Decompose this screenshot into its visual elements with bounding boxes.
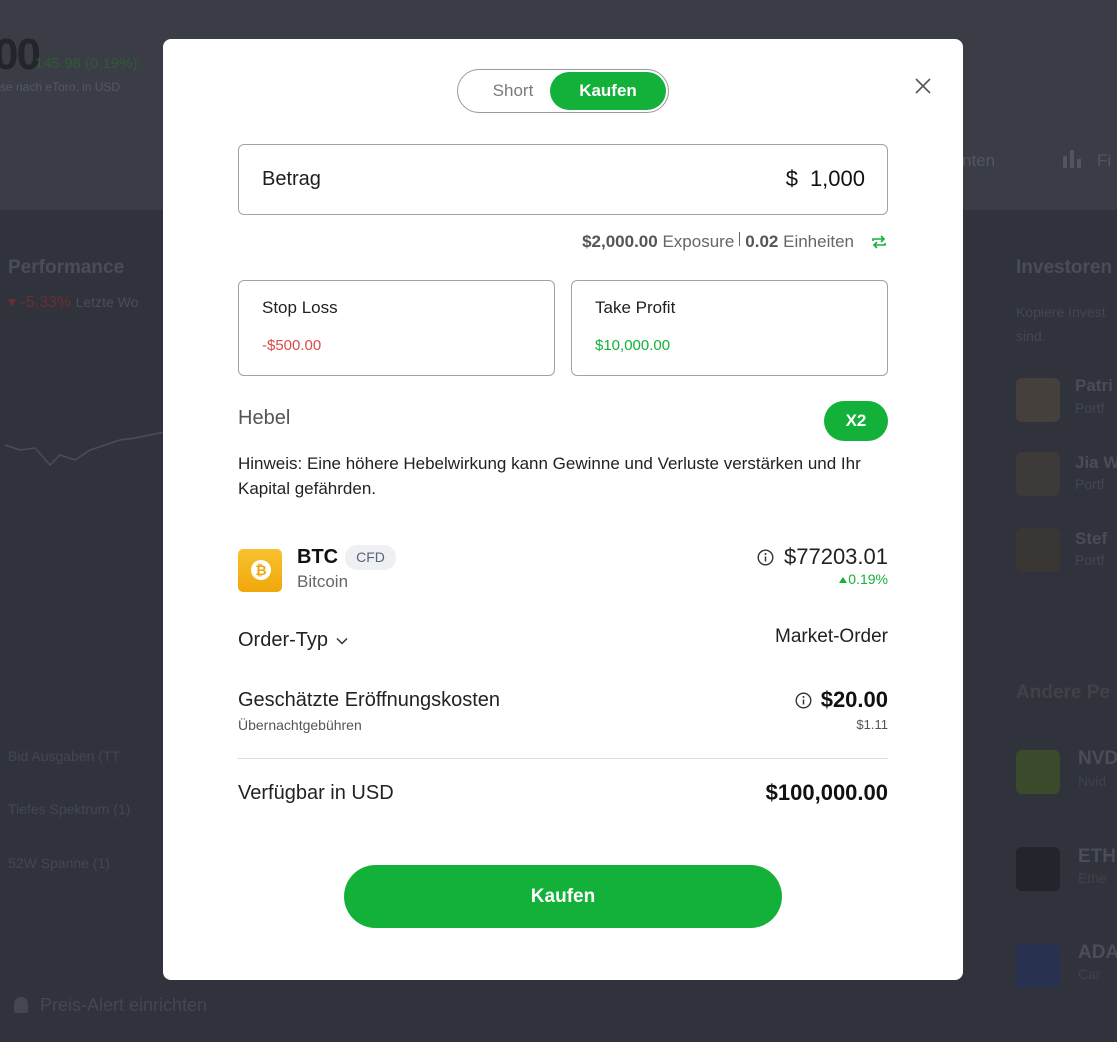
swap-units-icon[interactable] — [870, 233, 888, 251]
bg-asset-name: ETH — [1078, 846, 1116, 867]
bg-asset-name: ADA — [1078, 942, 1117, 963]
asset-symbol: BTC — [297, 546, 339, 568]
stop-loss-value: -$500.00 — [262, 337, 322, 354]
order-type-label: Order-Typ — [238, 629, 329, 651]
bg-person-sub: Portf — [1075, 552, 1105, 568]
bg-instrument-price: 00 — [0, 30, 41, 79]
avatar — [1016, 452, 1060, 496]
exposure-info: $2,000.00 Exposure 0.02 Einheiten — [582, 232, 888, 252]
buy-button[interactable]: Kaufen — [344, 865, 782, 928]
leverage-button[interactable]: X2 — [824, 401, 888, 441]
units-value: 0.02 — [745, 232, 779, 251]
bg-asset-name: NVD — [1078, 748, 1117, 769]
overnight-fees-label: Übernachtgebühren — [238, 717, 362, 733]
bg-person-sub: Portf — [1075, 476, 1105, 492]
bar-chart-icon — [1063, 150, 1083, 168]
avatar — [1016, 378, 1060, 422]
bg-price-note: se nach eToro, in USD — [0, 80, 121, 94]
opening-costs-label: Geschätzte Eröffnungskosten — [238, 689, 501, 711]
leverage-hint: Hinweis: Eine höhere Hebelwirkung kann G… — [238, 454, 861, 498]
bg-performance-title: Performance — [8, 257, 125, 278]
buy-toggle-option[interactable]: Kaufen — [550, 72, 666, 110]
available-label: Verfügbar in USD — [238, 782, 394, 804]
asset-price: $77203.01 — [757, 544, 888, 570]
bg-performance-value: ▾ -5.33% Letzte Wo — [8, 294, 139, 311]
amount-number: 1,000 — [809, 166, 865, 191]
divider — [238, 758, 888, 759]
currency-symbol: $ — [785, 166, 798, 191]
trade-dialog: Short Kaufen Betrag $1,000 $2,000.00 Exp… — [163, 39, 963, 980]
asset-logo — [1016, 847, 1060, 891]
bg-stat-row: 52W Spanne (1) — [8, 855, 110, 871]
stop-loss-field[interactable]: Stop Loss -$500.00 — [238, 280, 555, 376]
leverage-label: Hebel — [238, 407, 291, 429]
order-type-dropdown[interactable]: Order-Typ — [238, 629, 348, 652]
amount-field[interactable]: Betrag $1,000 — [238, 144, 888, 215]
units-label: Einheiten — [783, 232, 854, 251]
bg-price-change: 145.98 (0.19%) — [35, 55, 138, 72]
divider — [739, 232, 741, 246]
asset-price-value: $77203.01 — [784, 544, 888, 569]
triangle-up-icon — [839, 577, 848, 583]
opening-costs-value: $20.00 — [795, 687, 888, 713]
take-profit-value: $10,000.00 — [595, 337, 671, 354]
bg-asset-sub: Nvid — [1078, 773, 1107, 789]
bg-stat-row: Tiefes Spektrum (1) — [8, 801, 131, 817]
bg-stat-row: Bid Ausgaben (TT — [8, 748, 121, 764]
chevron-down-icon — [336, 637, 348, 645]
direction-toggle: Short Kaufen — [457, 69, 669, 113]
asset-name: Bitcoin — [297, 572, 349, 591]
opening-costs-amount: $20.00 — [820, 687, 888, 712]
close-icon[interactable] — [913, 76, 933, 96]
asset-change: 0.19% — [838, 571, 888, 587]
available-value: $100,000.00 — [765, 780, 888, 805]
bitcoin-logo: ₿ — [238, 549, 282, 592]
stop-loss-label: Stop Loss — [262, 298, 338, 317]
bg-performance-chart — [4, 431, 165, 467]
bg-person-name: Patri — [1075, 376, 1113, 395]
bg-person-name: Jia W — [1075, 453, 1117, 472]
bell-icon — [14, 997, 28, 1013]
cfd-badge: CFD — [345, 545, 396, 570]
take-profit-label: Take Profit — [595, 298, 676, 317]
bg-tab: Fi — [1097, 151, 1112, 170]
info-icon[interactable] — [795, 691, 812, 709]
bg-tab: nten — [962, 151, 996, 170]
bg-asset-sub: Ethe — [1078, 870, 1107, 886]
bg-other-title: Andere Pe — [1016, 682, 1110, 703]
take-profit-field[interactable]: Take Profit $10,000.00 — [571, 280, 888, 376]
asset-logo — [1016, 944, 1060, 988]
overnight-fees-value: $1.11 — [856, 717, 888, 732]
asset-logo — [1016, 750, 1060, 794]
info-icon[interactable] — [757, 548, 774, 566]
bg-person-sub: Portf — [1075, 400, 1105, 416]
order-type-value: Market-Order — [775, 626, 888, 647]
amount-value[interactable]: $1,000 — [786, 166, 865, 192]
amount-label: Betrag — [262, 168, 321, 190]
bg-person-name: Stef — [1075, 529, 1108, 548]
bg-investors-sub: Kopiere Invest sind. — [1016, 304, 1106, 344]
asset-change-value: 0.19% — [848, 571, 888, 587]
exposure-value: $2,000.00 — [582, 232, 658, 251]
bitcoin-icon: ₿ — [251, 560, 271, 580]
bg-asset-sub: Car — [1078, 966, 1101, 982]
bg-price-alert: Preis-Alert einrichten — [14, 995, 207, 1016]
avatar — [1016, 528, 1060, 572]
bg-investors-title: Investoren — [1016, 257, 1113, 278]
exposure-label: Exposure — [662, 232, 735, 251]
